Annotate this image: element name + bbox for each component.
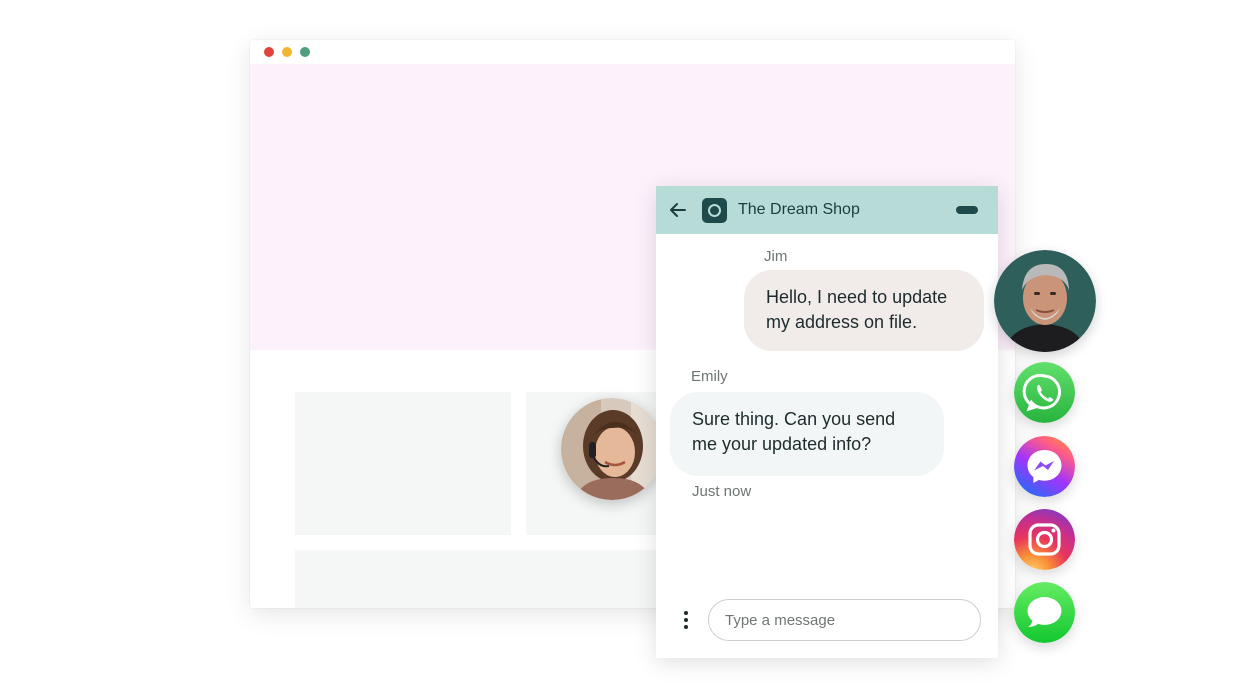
content-card-placeholder bbox=[295, 392, 511, 535]
shop-logo-icon bbox=[702, 198, 727, 223]
chat-header: The Dream Shop bbox=[656, 186, 998, 234]
agent-avatar bbox=[561, 398, 663, 500]
messenger-icon[interactable] bbox=[1014, 436, 1075, 497]
imessage-icon[interactable] bbox=[1014, 582, 1075, 643]
minimize-button[interactable] bbox=[956, 206, 978, 214]
window-minimize-dot[interactable] bbox=[282, 47, 292, 57]
customer-message-bubble: Hello, I need to update my address on fi… bbox=[744, 270, 984, 351]
more-options-icon[interactable] bbox=[680, 611, 692, 633]
instagram-icon[interactable] bbox=[1014, 509, 1075, 570]
window-close-dot[interactable] bbox=[264, 47, 274, 57]
message-sender-jim: Jim bbox=[764, 248, 788, 265]
whatsapp-icon[interactable] bbox=[1014, 362, 1075, 423]
shop-name: The Dream Shop bbox=[738, 201, 860, 218]
agent-message-bubble: Sure thing. Can you send me your updated… bbox=[670, 392, 944, 476]
back-arrow-icon[interactable] bbox=[668, 200, 688, 220]
message-sender-emily: Emily bbox=[691, 368, 728, 385]
chat-widget: The Dream Shop Jim Hello, I need to upda… bbox=[656, 186, 998, 658]
window-maximize-dot[interactable] bbox=[300, 47, 310, 57]
customer-avatar bbox=[994, 250, 1096, 352]
message-input[interactable] bbox=[708, 599, 981, 641]
message-timestamp: Just now bbox=[692, 483, 752, 500]
